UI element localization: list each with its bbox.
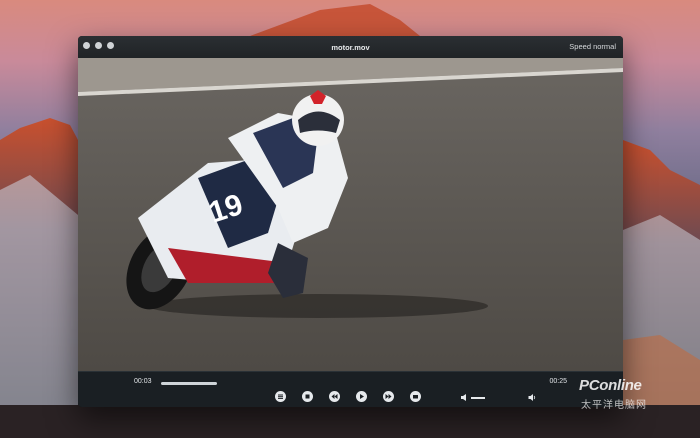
stop-button[interactable] [302,391,313,402]
seek-bar[interactable] [161,382,217,385]
camera-icon [413,395,418,399]
control-buttons [78,391,623,405]
snapshot-button[interactable] [410,391,421,402]
video-content: 19 [78,58,623,371]
playback-controls: 00:03 00:25 [78,371,623,407]
fast-forward-button[interactable] [383,391,394,402]
duration: 00:25 [549,378,567,385]
stop-icon [305,394,310,399]
volume-high-icon[interactable] [528,393,537,402]
window-title: motor.mov [331,42,370,52]
rewind-button[interactable] [329,391,340,402]
play-button[interactable] [356,391,367,402]
close-window-button[interactable] [83,42,90,49]
play-icon [360,394,364,399]
site-watermark: PConline 太平洋电脑网 [579,377,699,421]
window-controls [83,42,114,49]
zoom-window-button[interactable] [107,42,114,49]
player-window: motor.mov Speed normal 19 00:03 00:25 [78,36,623,407]
speed-label[interactable]: Speed normal [569,42,616,51]
fast-forward-icon [385,394,392,399]
playlist-button[interactable] [275,391,286,402]
video-frame[interactable]: 19 [78,58,623,371]
title-bar[interactable]: motor.mov Speed normal [78,36,623,58]
current-time: 00:03 [134,378,152,385]
playlist-icon [278,394,283,399]
watermark-logo: PConline [579,377,642,394]
rewind-icon [331,394,338,399]
volume-slider[interactable] [471,397,485,399]
watermark-subtitle: 太平洋电脑网 [581,400,647,411]
minimize-window-button[interactable] [95,42,102,49]
volume-low-icon[interactable] [460,393,469,402]
